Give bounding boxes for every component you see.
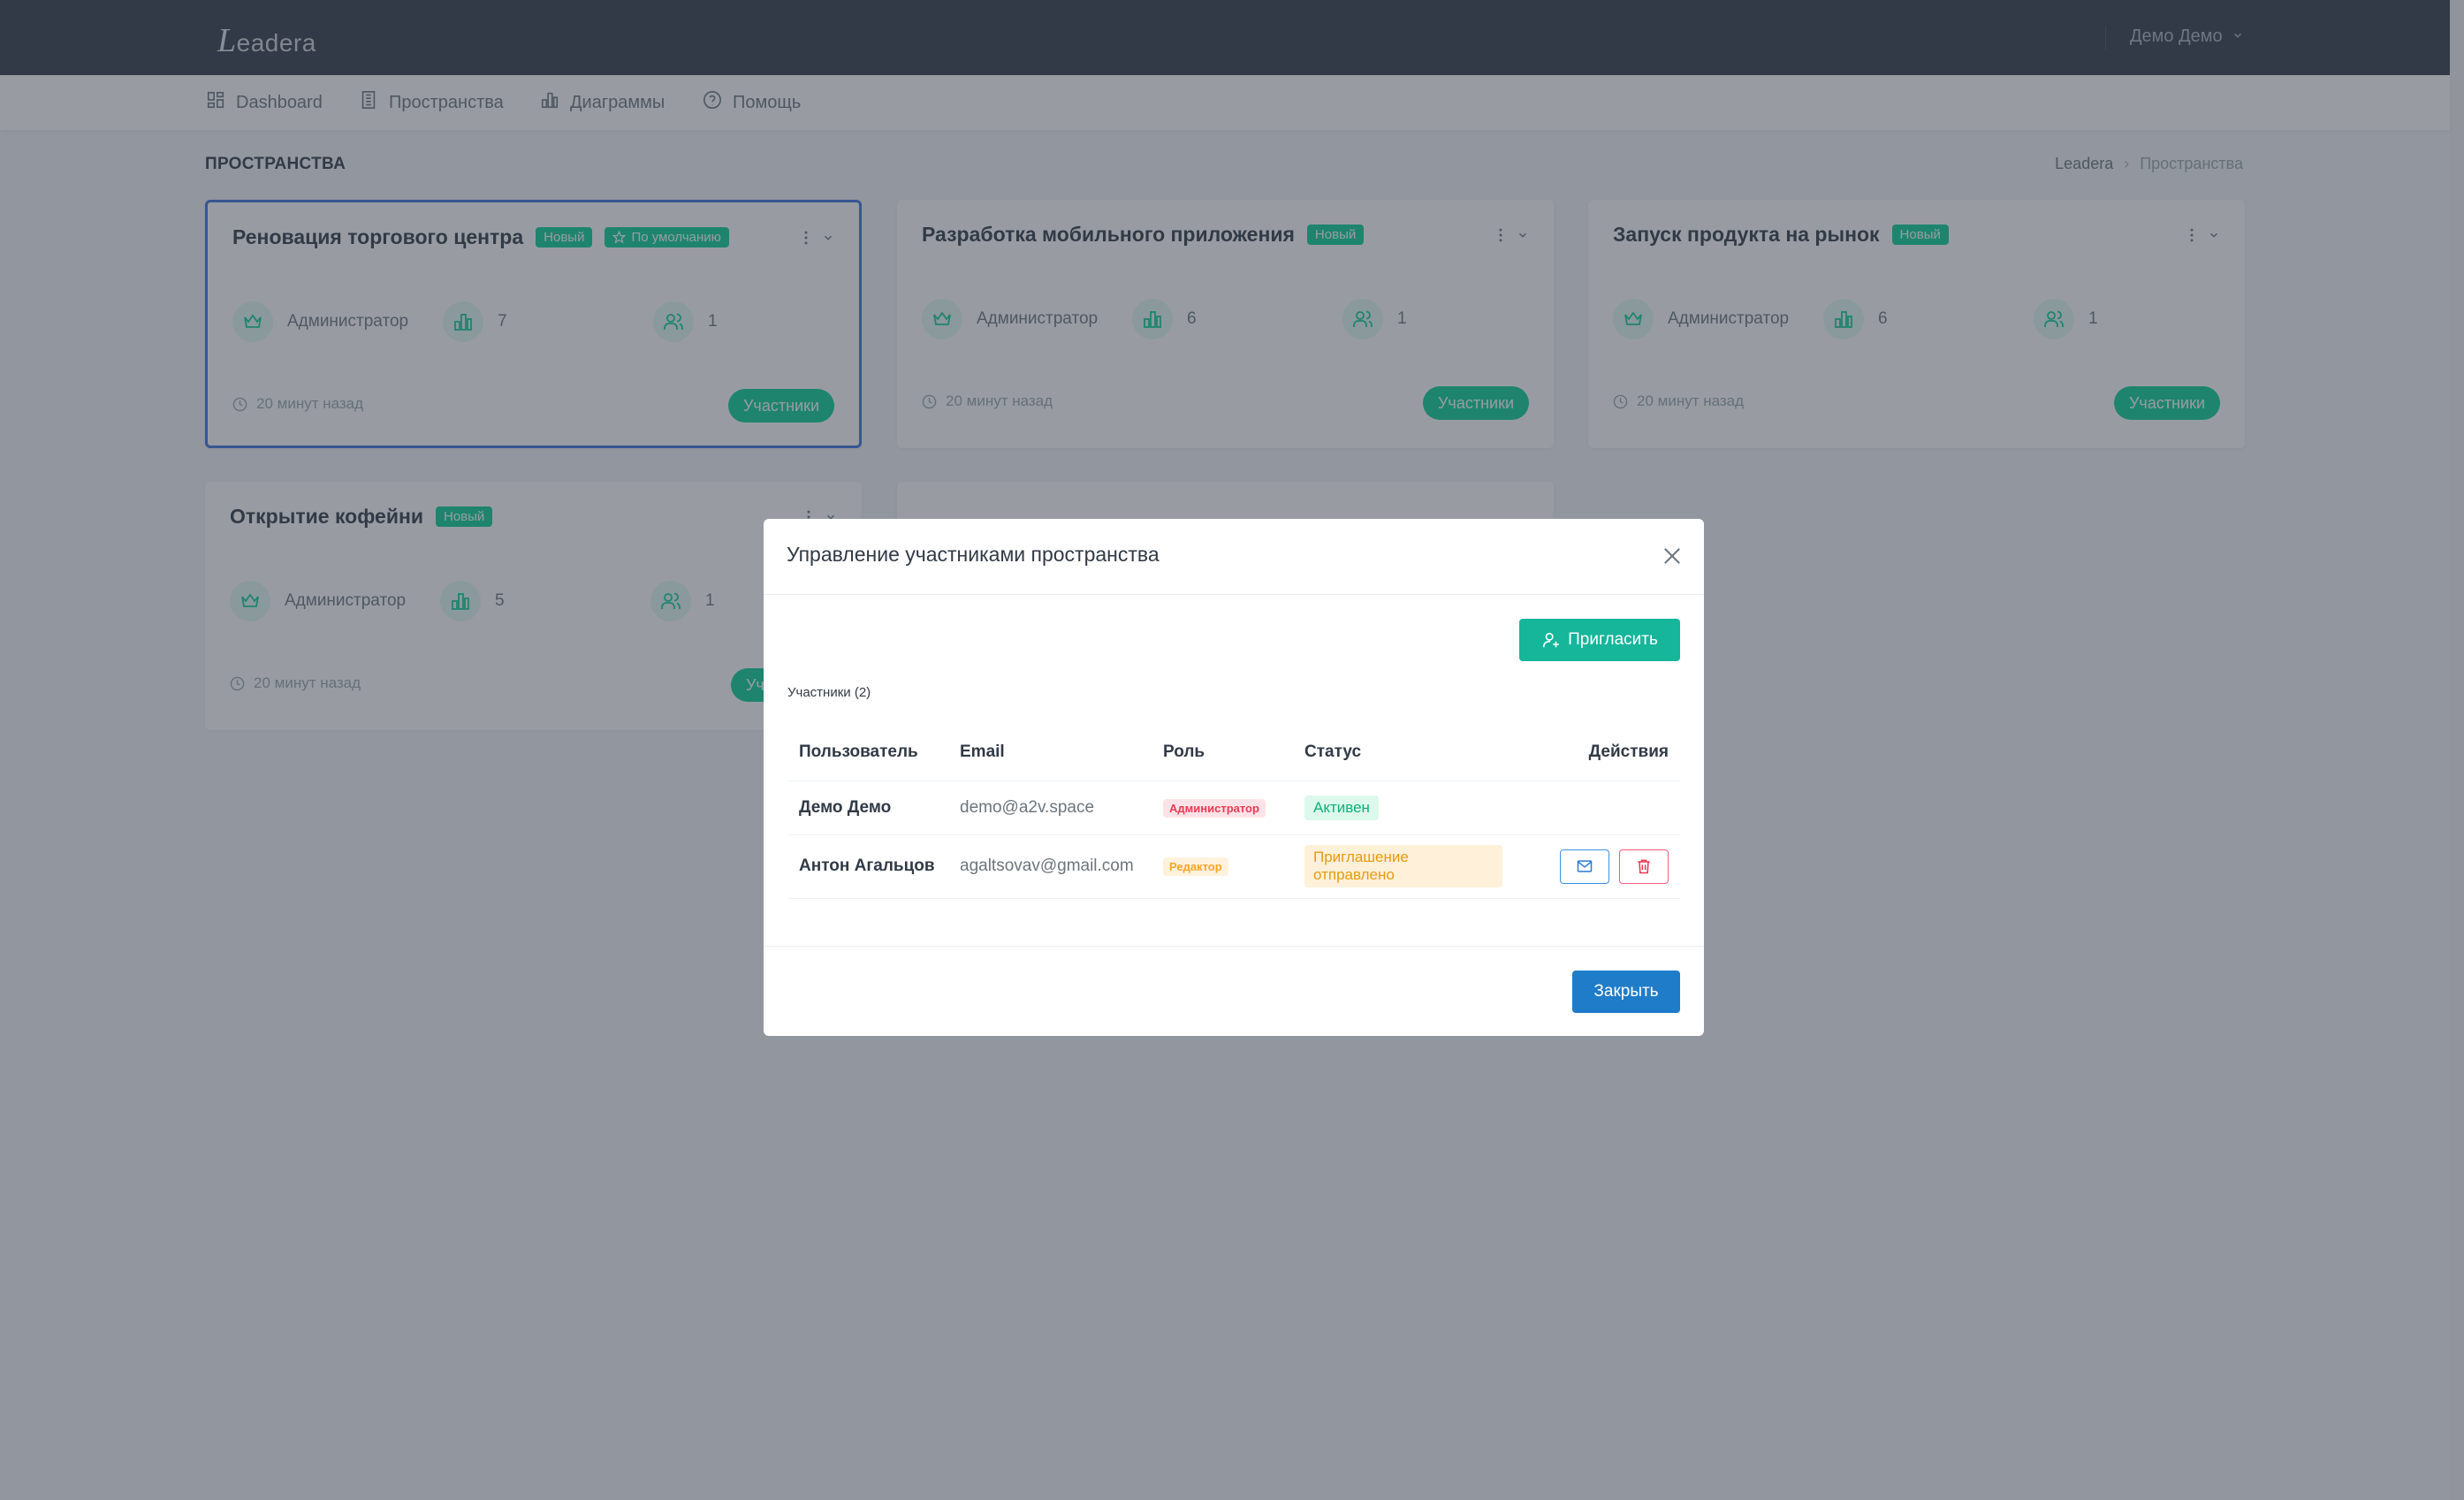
- member-status-cell: Активен: [1293, 780, 1514, 835]
- close-icon[interactable]: [1660, 544, 1684, 568]
- column-header-actions: Действия: [1514, 725, 1680, 781]
- column-header-email: Email: [948, 725, 1152, 781]
- members-count: Участники (2): [787, 685, 871, 700]
- member-name: Демо Демо: [787, 780, 948, 835]
- table-header-row: Пользователь Email Роль Статус Действия: [787, 725, 1680, 781]
- member-name: Антон Агальцов: [787, 834, 948, 899]
- column-header-role: Роль: [1152, 725, 1293, 781]
- modal-footer: Закрыть: [764, 946, 1704, 1036]
- member-role-cell: Редактор: [1152, 834, 1293, 899]
- resend-invite-button[interactable]: [1559, 849, 1609, 884]
- table-row: Демо Демо demo@a2v.space Администратор А…: [787, 780, 1680, 835]
- member-email: agaltsovav@gmail.com: [948, 834, 1152, 899]
- member-actions: [1514, 780, 1680, 835]
- status-badge: Приглашение отправлено: [1304, 845, 1502, 887]
- mail-icon: [1577, 860, 1592, 872]
- modal-header: Управление участниками пространства: [764, 519, 1704, 595]
- trash-icon: [1638, 859, 1650, 874]
- close-button[interactable]: Закрыть: [1572, 971, 1680, 1013]
- members-table: Пользователь Email Роль Статус Действия …: [787, 725, 1680, 899]
- member-actions: [1514, 834, 1680, 899]
- column-header-status: Статус: [1293, 725, 1514, 781]
- role-badge: Администратор: [1163, 798, 1266, 818]
- member-status-cell: Приглашение отправлено: [1293, 834, 1514, 899]
- manage-members-modal: Управление участниками пространства Приг…: [764, 519, 1704, 1036]
- role-badge: Редактор: [1163, 857, 1228, 876]
- user-plus-icon: [1543, 632, 1559, 648]
- table-row: Антон Агальцов agaltsovav@gmail.com Реда…: [787, 834, 1680, 899]
- modal-title: Управление участниками пространства: [787, 543, 1160, 566]
- status-badge: Активен: [1304, 795, 1379, 820]
- delete-member-button[interactable]: [1619, 849, 1669, 884]
- member-email: demo@a2v.space: [948, 780, 1152, 835]
- member-role-cell: Администратор: [1152, 780, 1293, 835]
- invite-button[interactable]: Пригласить: [1519, 619, 1680, 661]
- column-header-user: Пользователь: [787, 725, 948, 781]
